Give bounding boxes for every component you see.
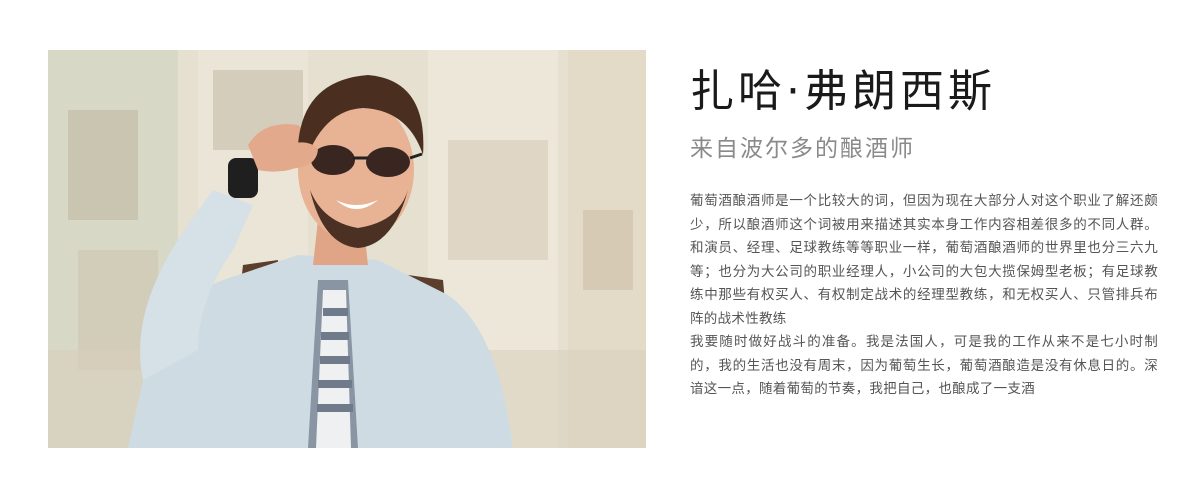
bio-paragraph: 葡萄酒酿酒师是一个比较大的词，但因为现在大部分人对这个职业了解还颇少，所以酿酒师… xyxy=(690,193,1158,327)
profile-section: 扎哈·弗朗西斯 来自波尔多的酿酒师 葡萄酒酿酒师是一个比较大的词，但因为现在大部… xyxy=(0,0,1200,500)
bio-paragraph: 我要随时做好战斗的准备。我是法国人，可是我的工作从来不是七小时制的，我的生活也没… xyxy=(690,334,1158,397)
portrait-photo xyxy=(48,50,646,448)
profile-subtitle: 来自波尔多的酿酒师 xyxy=(690,136,915,162)
profile-bio: 葡萄酒酿酒师是一个比较大的词，但因为现在大部分人对这个职业了解还颇少，所以酿酒师… xyxy=(690,190,1158,402)
profile-name: 扎哈·弗朗西斯 xyxy=(690,66,996,117)
portrait-illustration xyxy=(48,50,646,448)
profile-text: 扎哈·弗朗西斯 来自波尔多的酿酒师 葡萄酒酿酒师是一个比较大的词，但因为现在大部… xyxy=(690,60,1160,402)
